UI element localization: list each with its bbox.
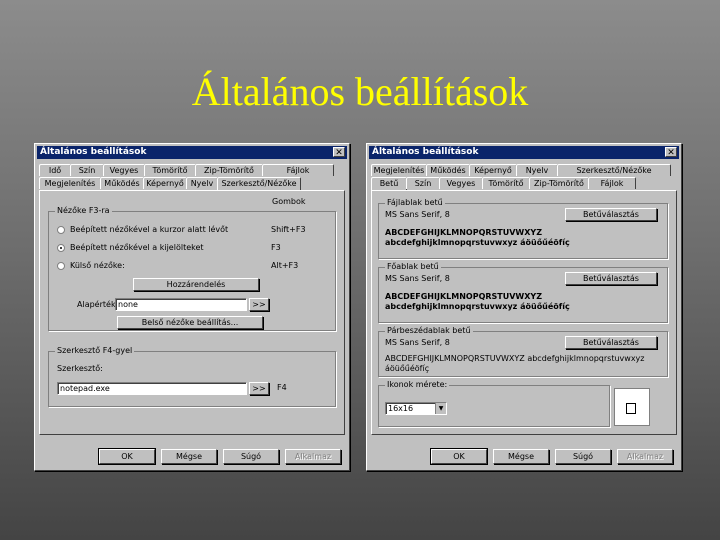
tab-editor-viewer[interactable]: Szerkesztő/Nézőke — [557, 164, 671, 176]
default-viewer-label: Alapérték: — [77, 300, 119, 309]
dialog-font-choose-button[interactable]: Betűválasztás — [565, 336, 657, 349]
tab-panel: Fájlablak betű MS Sans Serif, 8 Betűvála… — [371, 190, 677, 435]
default-viewer-input[interactable]: none — [115, 298, 247, 311]
tab-display[interactable]: Megjelenítés — [371, 164, 427, 176]
apply-button[interactable]: Alkalmaz — [285, 449, 341, 464]
main-window-font-sample-upper: ABCDEFGHIJKLMNOPQRSTUVWXYZ — [385, 292, 543, 301]
tab-screen[interactable]: Képernyő — [469, 164, 517, 176]
icon-size-group: Ikonok mérete: 16x16 ▼ — [378, 380, 610, 427]
associate-button[interactable]: Hozzárendelés — [133, 278, 259, 291]
viewer-option-external-radio[interactable] — [57, 262, 65, 270]
tab-panel: Gombok Nézőke F3-ra Beépített nézőkével … — [39, 190, 345, 435]
tab-language[interactable]: Nyelv — [186, 177, 218, 189]
buttons-column-label: Gombok — [272, 197, 306, 206]
dialog-title: Általános beállítások — [372, 147, 479, 157]
settings-dialog-fonts: Általános beállítások ✕ Megjelenítés Műk… — [366, 143, 682, 471]
tab-packer[interactable]: Tömörítő — [144, 164, 196, 176]
tab-misc[interactable]: Vegyes — [103, 164, 145, 176]
viewer-group-legend: Nézőke F3-ra — [55, 206, 112, 216]
tab-font[interactable]: Betű — [371, 177, 407, 190]
tab-row-back: Idő Szín Vegyes Tömörítő Zip-Tömörítő Fá… — [39, 164, 345, 177]
file-window-font-group: Fájlablak betű MS Sans Serif, 8 Betűvála… — [378, 198, 668, 259]
viewer-option-selected-radio[interactable] — [57, 244, 65, 252]
tab-color[interactable]: Szín — [70, 164, 104, 176]
dialog-font-legend: Párbeszédablak betű — [385, 326, 473, 336]
viewer-option-selected-label[interactable]: Beépített nézőkével a kijelölteket — [70, 243, 204, 253]
dialog-font-sample-line2: áöüőűéöfíç — [385, 364, 430, 373]
close-icon[interactable]: ✕ — [333, 147, 345, 158]
help-button[interactable]: Súgó — [555, 449, 611, 464]
dialog-titlebar: Általános beállítások ✕ — [37, 146, 347, 159]
dialog-font-sample-line1: ABCDEFGHIJKLMNOPQRSTUVWXYZ abcdefghijklm… — [385, 354, 645, 363]
document-icon — [626, 403, 636, 414]
dialog-title: Általános beállítások — [40, 147, 147, 157]
icon-size-preview — [614, 388, 650, 426]
tab-packer[interactable]: Tömörítő — [482, 177, 530, 189]
main-window-font-group: Főablak betű MS Sans Serif, 8 Betűválasz… — [378, 262, 668, 323]
settings-dialog-viewer-editor: Általános beállítások ✕ Idő Szín Vegyes … — [34, 143, 350, 471]
tab-files[interactable]: Fájlok — [262, 164, 334, 176]
dialog-font-name: MS Sans Serif, 8 — [385, 338, 450, 347]
tab-language[interactable]: Nyelv — [516, 164, 558, 176]
tab-editor-viewer[interactable]: Szerkesztő/Nézőke — [217, 177, 301, 190]
cancel-button[interactable]: Mégse — [493, 449, 549, 464]
file-window-font-sample-upper: ABCDEFGHIJKLMNOPQRSTUVWXYZ — [385, 228, 543, 237]
file-window-font-name: MS Sans Serif, 8 — [385, 210, 450, 219]
main-window-font-legend: Főablak betű — [385, 262, 441, 272]
file-window-font-legend: Fájlablak betű — [385, 198, 445, 208]
viewer-group: Nézőke F3-ra Beépített nézőkével a kurzo… — [48, 206, 336, 331]
help-button[interactable]: Súgó — [223, 449, 279, 464]
viewer-option-under-cursor-radio[interactable] — [57, 226, 65, 234]
apply-button[interactable]: Alkalmaz — [617, 449, 673, 464]
tab-zip-packer[interactable]: Zip-Tömörítő — [529, 177, 589, 189]
viewer-option-selected-key: F3 — [271, 243, 281, 252]
icon-size-select[interactable]: 16x16 ▼ — [385, 402, 447, 415]
tab-misc[interactable]: Vegyes — [439, 177, 483, 189]
slide-title: Általános beállítások — [191, 69, 529, 114]
tab-display[interactable]: Megjelenítés — [39, 177, 101, 189]
ok-button[interactable]: OK — [430, 448, 488, 465]
default-viewer-browse-button[interactable]: >> — [249, 298, 269, 311]
main-window-font-name: MS Sans Serif, 8 — [385, 274, 450, 283]
close-icon[interactable]: ✕ — [665, 147, 677, 158]
tab-operation[interactable]: Működés — [426, 164, 470, 176]
tab-operation[interactable]: Működés — [100, 177, 144, 189]
viewer-option-external-label[interactable]: Külső nézőke: — [70, 261, 125, 271]
tab-row-back: Megjelenítés Működés Képernyő Nyelv Szer… — [371, 164, 677, 177]
editor-key: F4 — [277, 383, 287, 392]
editor-input[interactable]: notepad.exe — [57, 382, 247, 395]
editor-browse-button[interactable]: >> — [249, 382, 269, 395]
file-window-font-sample-lower: abcdefghijklmnopqrstuvwxyz áöüőűéöfíç — [385, 238, 570, 247]
file-window-font-choose-button[interactable]: Betűválasztás — [565, 208, 657, 221]
viewer-option-under-cursor-key: Shift+F3 — [271, 225, 306, 234]
viewer-option-external-key: Alt+F3 — [271, 261, 299, 270]
tab-color[interactable]: Szín — [406, 177, 440, 189]
editor-group-legend: Szerkesztő F4-gyel — [55, 346, 135, 356]
tab-row-front: Betű Szín Vegyes Tömörítő Zip-Tömörítő F… — [371, 177, 677, 190]
icon-size-value: 16x16 — [388, 404, 414, 413]
tab-files[interactable]: Fájlok — [588, 177, 636, 189]
tab-screen[interactable]: Képernyő — [143, 177, 187, 189]
viewer-option-under-cursor-label[interactable]: Beépített nézőkével a kurzor alatt lévőt — [70, 225, 228, 235]
chevron-down-icon[interactable]: ▼ — [435, 403, 446, 414]
main-window-font-choose-button[interactable]: Betűválasztás — [565, 272, 657, 285]
editor-label: Szerkesztő: — [57, 364, 103, 373]
dialog-titlebar: Általános beállítások ✕ — [369, 146, 679, 159]
tab-row-front: Megjelenítés Működés Képernyő Nyelv Szer… — [39, 177, 345, 190]
ok-button[interactable]: OK — [98, 448, 156, 465]
dialog-buttons: OK Mégse Súgó Alkalmaz — [35, 448, 349, 466]
editor-group: Szerkesztő F4-gyel Szerkesztő: notepad.e… — [48, 346, 336, 407]
icon-size-legend: Ikonok mérete: — [385, 380, 450, 390]
dialog-font-group: Párbeszédablak betű MS Sans Serif, 8 Bet… — [378, 326, 668, 377]
cancel-button[interactable]: Mégse — [161, 449, 217, 464]
tab-font[interactable]: Idő — [39, 164, 71, 176]
internal-viewer-settings-button[interactable]: Belső nézőke beállítás... — [117, 316, 263, 329]
main-window-font-sample-lower: abcdefghijklmnopqrstuvwxyz áöüőűéöfíç — [385, 302, 570, 311]
tab-zip-packer[interactable]: Zip-Tömörítő — [195, 164, 263, 176]
dialog-buttons: OK Mégse Súgó Alkalmaz — [367, 448, 681, 466]
